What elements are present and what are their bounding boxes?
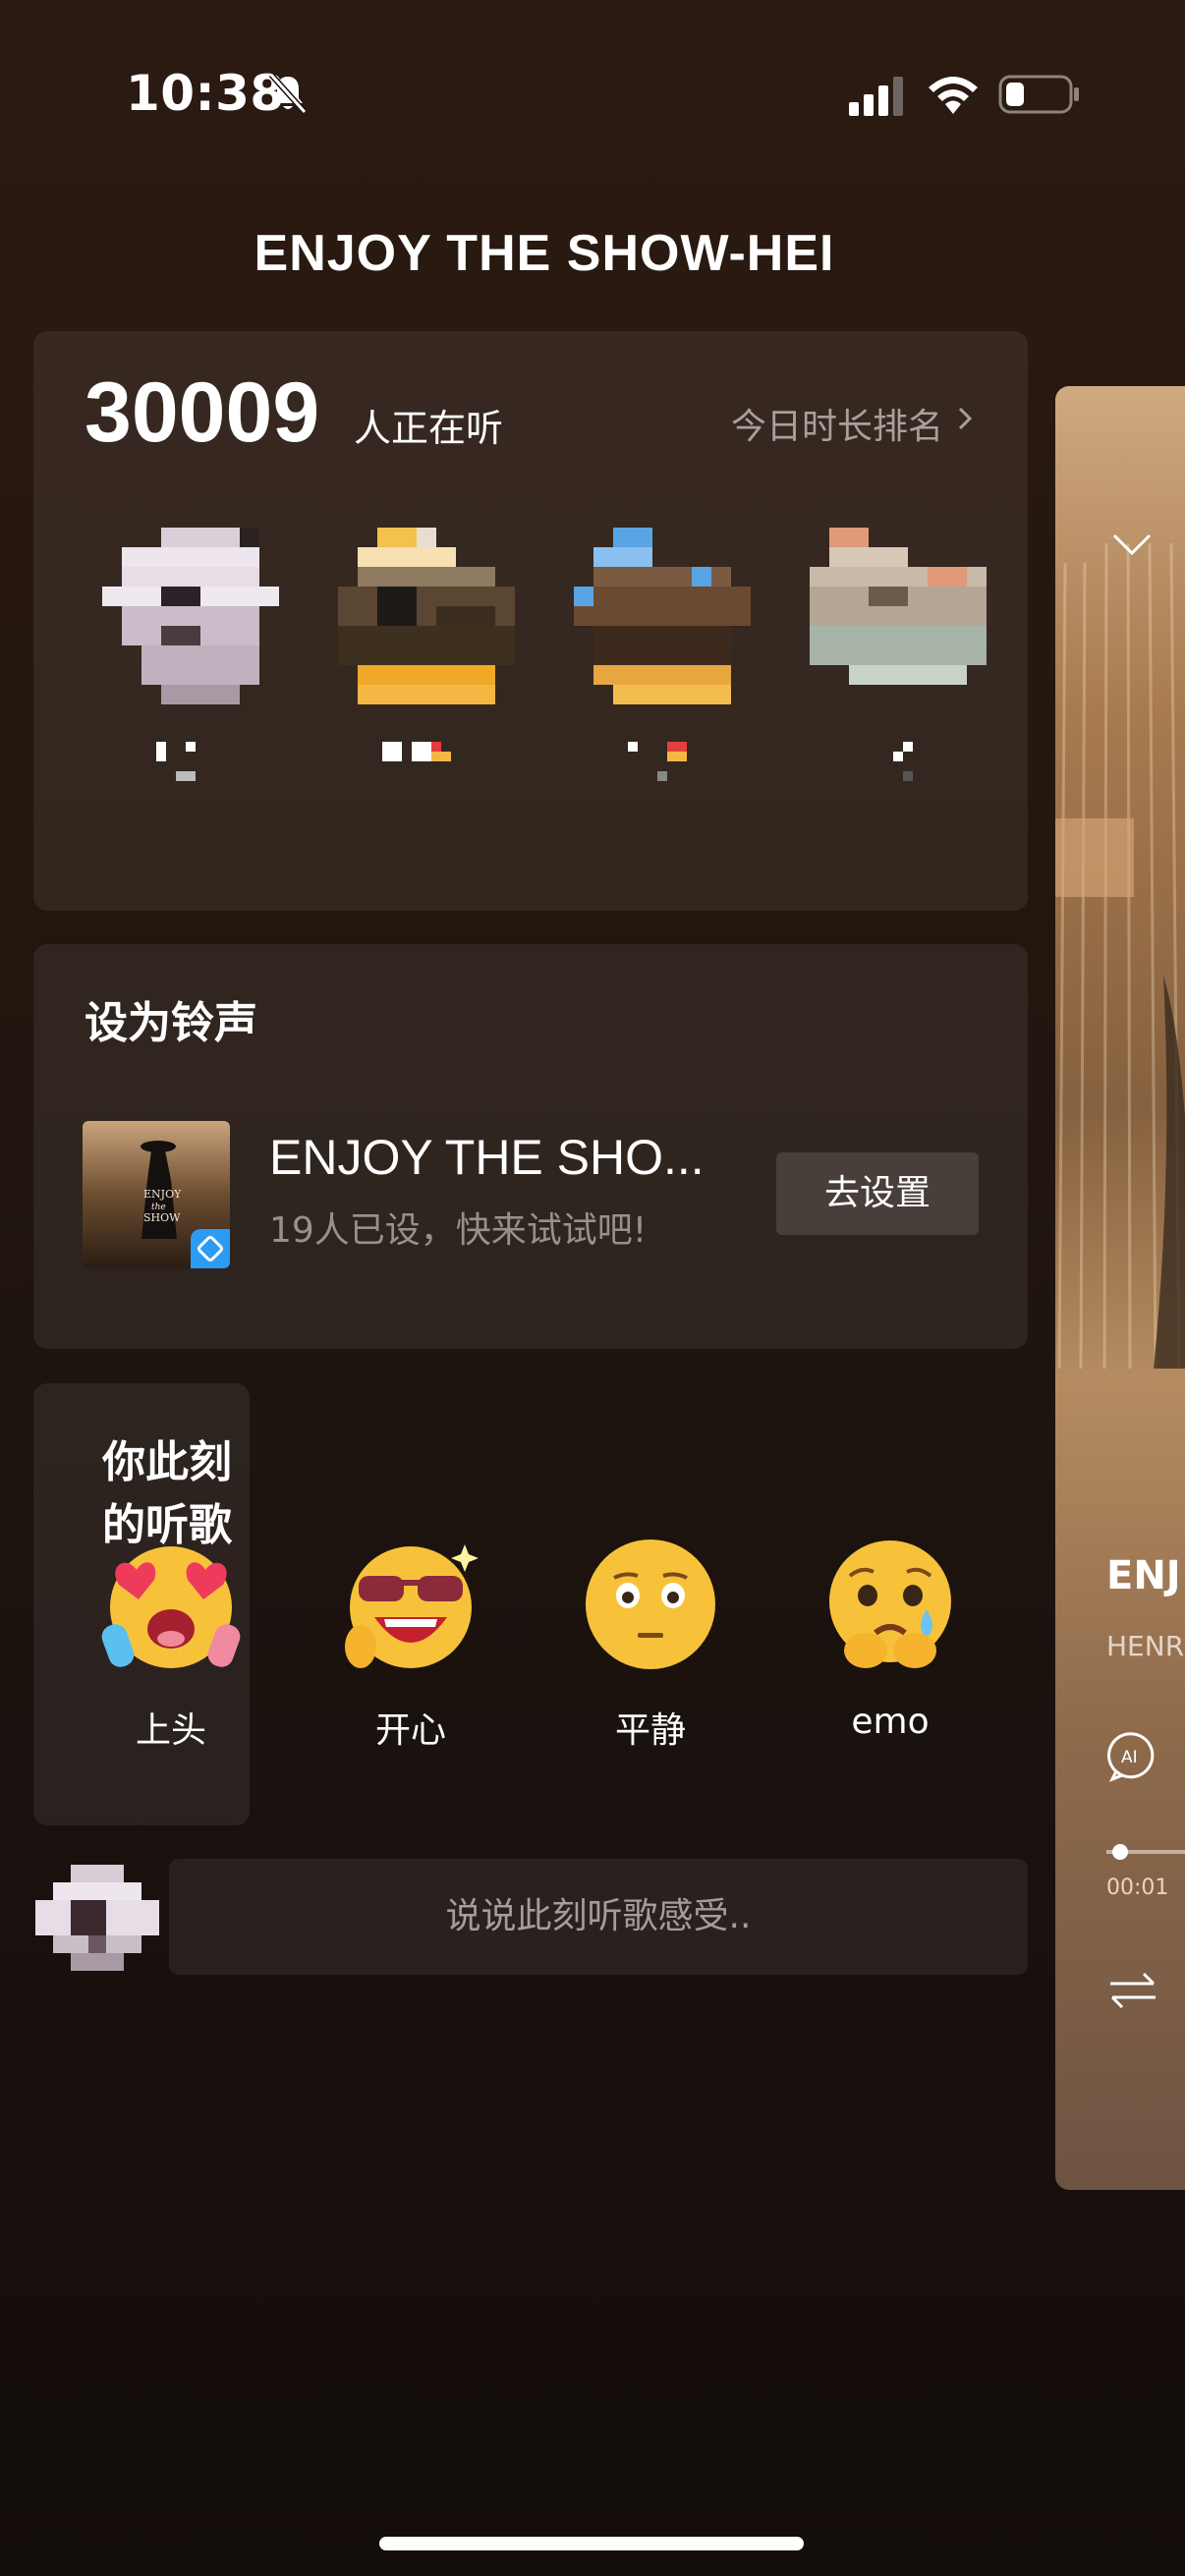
ranking-link[interactable]: 今日时长排名 (731, 398, 943, 449)
mood-option-emo[interactable]: emo (782, 1531, 998, 1776)
album-cover[interactable]: ENJOY the SHOW (83, 1121, 230, 1268)
battery-icon (998, 75, 1079, 114)
mood-label: 上头 (135, 1710, 206, 1751)
listener-avatar[interactable] (800, 528, 996, 862)
pixelated-avatar (574, 528, 751, 704)
side-song-title: ENJ (1106, 1553, 1181, 1598)
pixelated-avatar (102, 528, 279, 704)
mood-card: 你此刻的听歌心情? 上头 (33, 1383, 951, 1825)
ringtone-card: 设为铃声 ENJOY the SHOW ENJOY THE SHO... 19人… (33, 944, 1028, 1349)
set-ringtone-button[interactable]: 去设置 (776, 1152, 979, 1235)
mood-options: 上头 开心 平静 emo (73, 1531, 996, 1786)
side-card-art (1055, 542, 1185, 1369)
mood-option-shangtou[interactable]: 上头 (63, 1531, 279, 1776)
blurred-name (628, 742, 687, 781)
listener-count-suffix: 人正在听 (354, 407, 504, 450)
listener-count: 30009 (85, 365, 320, 460)
pixelated-avatar (338, 528, 515, 704)
svg-text:SHOW: SHOW (143, 1211, 181, 1224)
ringtone-subtitle: 19人已设，快来试试吧! (269, 1210, 648, 1251)
ringtone-section-title: 设为铃声 (85, 998, 257, 1048)
ringtone-badge-icon (191, 1229, 230, 1268)
play-mode-icon[interactable] (1106, 1970, 1159, 2011)
song-title: ENJOY THE SHOW-HEI (254, 225, 835, 282)
mood-label: emo (851, 1702, 930, 1742)
listeners-card: 30009 人正在听 今日时长排名 (33, 331, 1028, 911)
sunglasses-emoji-icon (345, 1544, 479, 1668)
status-time: 10:38 (126, 65, 285, 122)
mood-label: 开心 (374, 1710, 446, 1751)
blurred-name (893, 742, 913, 781)
elapsed-time: 00:01 (1106, 1876, 1169, 1900)
wifi-icon (929, 77, 978, 114)
ringtone-song-name: ENJOY THE SHO... (269, 1130, 705, 1185)
listener-avatar[interactable] (92, 528, 289, 862)
side-player-card[interactable]: ENJ HENR AI 00:01 (1055, 386, 1185, 2190)
side-artist-name: HENR (1106, 1630, 1185, 1662)
sad-emoji-icon (829, 1540, 951, 1668)
mood-label: 平静 (614, 1710, 686, 1751)
blurred-name (156, 742, 196, 781)
cellular-signal-icon (849, 77, 903, 116)
svg-text:ENJOY: ENJOY (143, 1188, 182, 1201)
listener-avatars (92, 528, 996, 871)
mood-option-pingjing[interactable]: 平静 (542, 1531, 759, 1776)
mood-option-kaixin[interactable]: 开心 (303, 1531, 519, 1776)
calm-emoji-icon (586, 1540, 715, 1669)
chevron-right-icon[interactable] (957, 406, 973, 431)
blurred-name (382, 742, 451, 761)
bell-mute-icon (268, 72, 308, 115)
progress-knob[interactable] (1112, 1844, 1128, 1860)
pixelated-avatar (810, 528, 987, 685)
svg-text:AI: AI (1121, 1748, 1138, 1767)
comment-input[interactable]: 说说此刻听歌感受.. (169, 1859, 1028, 1975)
home-indicator[interactable] (379, 2537, 804, 2550)
heart-eyes-emoji-icon (101, 1546, 241, 1668)
listener-avatar[interactable] (328, 528, 525, 862)
now-playing-screen: 10:38 ENJOY THE SHOW-HEI 30009 人正在听 今日时长… (0, 0, 1185, 2576)
ai-icon[interactable]: AI (1106, 1728, 1161, 1783)
user-avatar[interactable] (35, 1865, 159, 1988)
chevron-down-icon[interactable] (1110, 532, 1154, 557)
listener-avatar[interactable] (564, 528, 761, 862)
